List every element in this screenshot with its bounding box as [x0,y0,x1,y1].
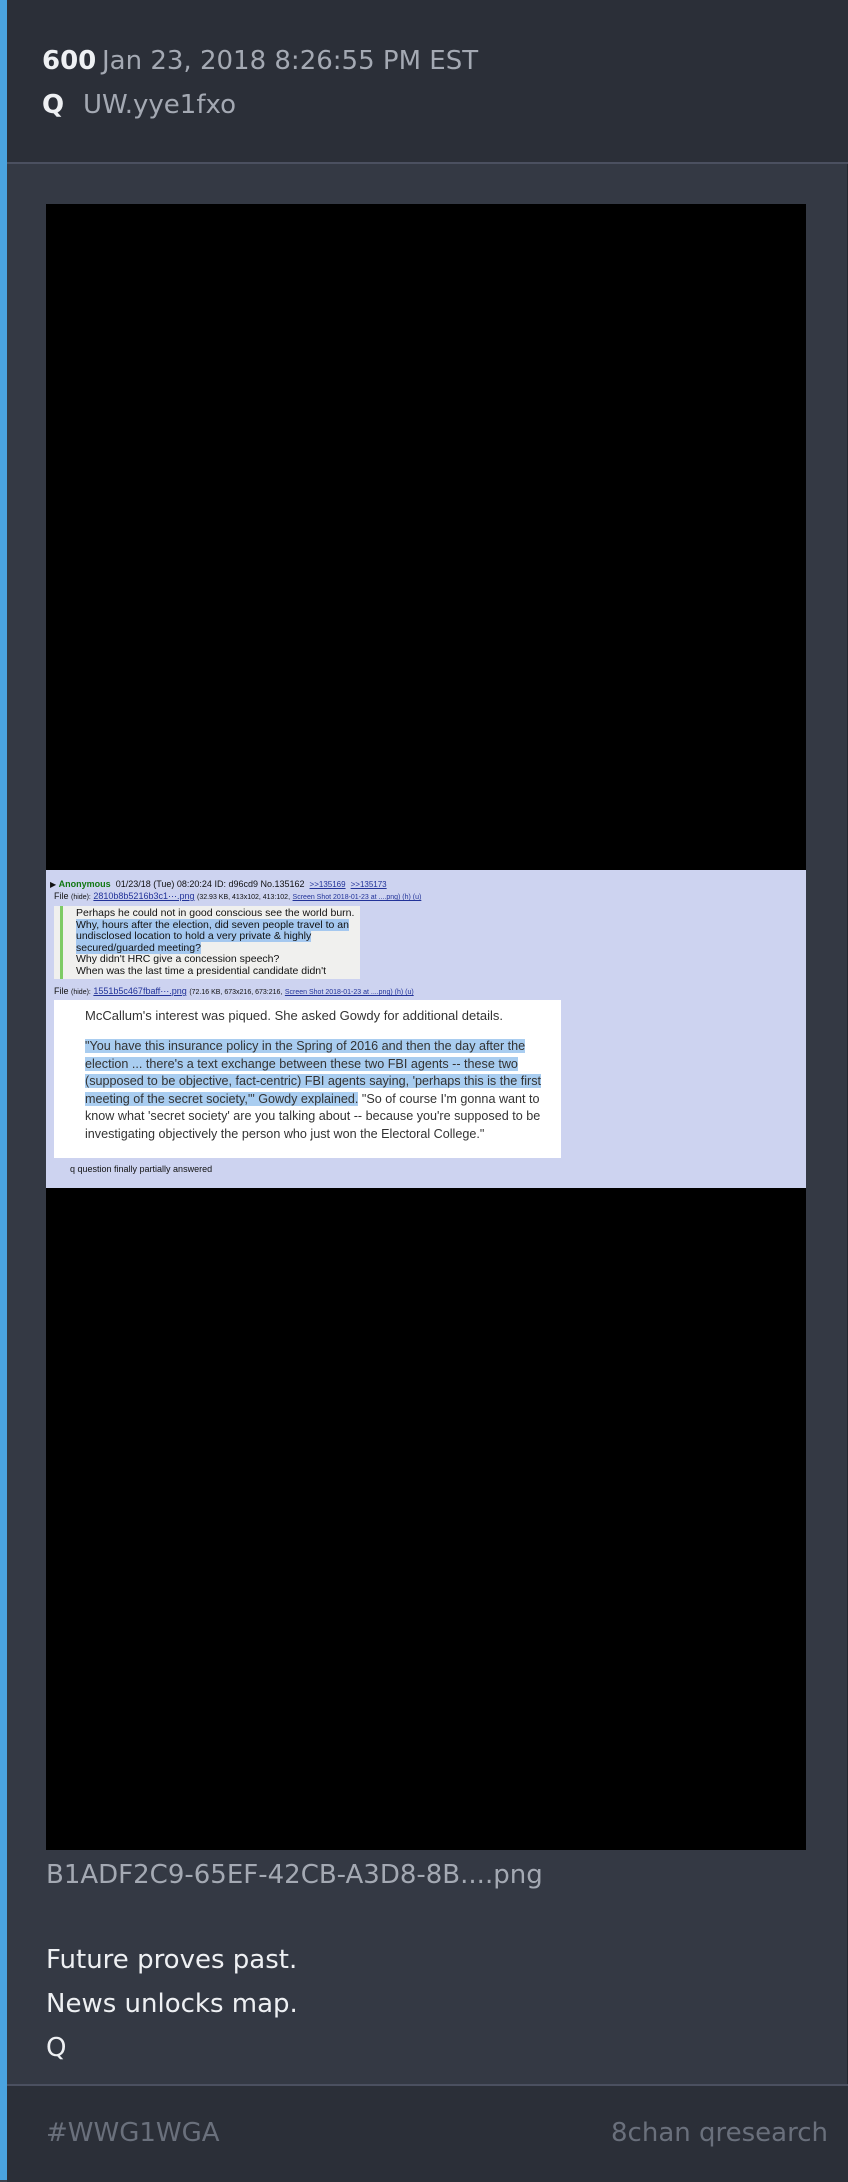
embedded-caption: q question finally partially answered [70,1164,213,1174]
embedded-article-image: McCallum's interest was piqued. She aske… [54,1000,561,1158]
file-label: File [54,891,69,901]
quote-line: When was the last time a presidential ca… [76,964,327,977]
message-line: Future proves past. [46,1945,298,1975]
post-image[interactable]: ▶ Anonymous 01/23/18 (Tue) 08:20:24 ID: … [46,204,806,1850]
embedded-file-line: File (hide): 1551b5c467fbaff⋯.png (72.16… [54,986,414,997]
post-tripcode: UW.yye1fxo [83,90,236,120]
post-footer: #WWG1WGA 8chan qresearch [7,2084,848,2182]
file-label: File [54,986,69,996]
quote-line: undisclosed location to hold a very priv… [76,930,312,943]
source-label: 8chan qresearch [611,2118,828,2148]
embedded-post-info: 01/23/18 (Tue) 08:20:24 ID: d96cd9 No.13… [115,879,305,889]
embedded-poster-name: Anonymous [58,879,111,889]
post-date: Jan 23, 2018 8:26:55 PM EST [102,46,479,76]
article-quote: "You have this insurance policy in the S… [85,1038,545,1144]
article-lead: McCallum's interest was piqued. She aske… [85,1008,503,1023]
hashtag: #WWG1WGA [46,2118,220,2148]
embedded-backlink: >>135169 [309,880,346,889]
file-info: (32.93 KB, 413x102, 413:102, [197,894,291,901]
embedded-screenshot: ▶ Anonymous 01/23/18 (Tue) 08:20:24 ID: … [46,870,806,1188]
quote-line: Perhaps he could not in good conscious s… [76,907,355,919]
file-name-link: 1551b5c467fbaff⋯.png [93,986,187,996]
post-number: 600 [42,46,97,76]
accent-bar [0,0,7,2180]
embedded-post-meta: ▶ Anonymous 01/23/18 (Tue) 08:20:24 ID: … [50,879,387,889]
file-name-link: 2810b8b5216b3c1⋯.png [93,891,195,901]
message-line: Q [46,2033,67,2063]
post-author: Q [42,90,65,120]
file-info: (72.16 KB, 673x216, 673:216, [189,989,283,996]
post-message: Future proves past. News unlocks map. Q [46,1938,298,2070]
message-line: News unlocks map. [46,1989,298,2019]
quote-line: secured/guarded meeting? [76,941,201,954]
attachment-filename[interactable]: B1ADF2C9-65EF-42CB-A3D8-8B....png [46,1860,543,1890]
embedded-backlink: >>135173 [350,880,387,889]
quote-line: Why, hours after the election, did seven… [76,918,349,931]
post-header: 600 Jan 23, 2018 8:26:55 PM EST Q UW.yye… [7,0,848,164]
file-original-name: Screen Shot 2018-01-23 at ....png) (h) (… [292,894,422,901]
file-hide-link: (hide): [71,989,91,996]
file-original-name: Screen Shot 2018-01-23 at ....png) (h) (… [284,989,414,996]
embedded-quote-image: Perhaps he could not in good conscious s… [54,906,360,979]
embedded-file-line: File (hide): 2810b8b5216b3c1⋯.png (32.93… [54,891,421,902]
greentext-bar [60,906,63,979]
file-hide-link: (hide): [71,894,91,901]
